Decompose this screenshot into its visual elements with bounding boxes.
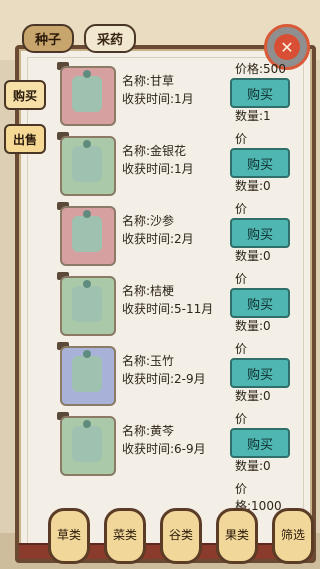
item-name: 名称:桔梗 [122, 284, 175, 298]
top-tabs: 种子 采药 [22, 24, 136, 53]
seed-bag-icon [72, 350, 102, 392]
item-harvest-time: 收获时间:1月 [122, 92, 194, 106]
close-icon: ✕ [274, 34, 300, 60]
buy-button[interactable]: 购买 [230, 148, 290, 178]
item-quantity: 数量:1 [235, 109, 271, 123]
item-name: 名称:甘草 [122, 74, 175, 88]
tab-herbs[interactable]: 采药 [84, 24, 136, 53]
buy-button[interactable]: 购买 [230, 218, 290, 248]
buy-button[interactable]: 购买 [230, 428, 290, 458]
buy-button[interactable]: 购买 [230, 288, 290, 318]
item-plate [60, 136, 116, 196]
seed-bag-icon [72, 420, 102, 462]
item-quantity: 数量:0 [235, 249, 271, 263]
item-name: 名称:沙参 [122, 214, 175, 228]
item-harvest-time: 收获时间:5-11月 [122, 302, 214, 316]
buy-button[interactable]: 购买 [230, 78, 290, 108]
item-price: 价格:500 [235, 62, 286, 76]
list-item: 名称:桔梗 收获时间:5-11月 价格:2000 购买 数量:0 [30, 270, 292, 340]
item-harvest-time: 收获时间:1月 [122, 162, 194, 176]
item-harvest-time: 收获时间:6-9月 [122, 442, 206, 456]
item-quantity: 数量:0 [235, 459, 271, 473]
item-quantity: 数量:0 [235, 389, 271, 403]
list-item: 名称:玉竹 收获时间:2-9月 价格:5000 购买 数量:0 [30, 340, 292, 410]
tab-filter[interactable]: 筛选 [272, 508, 314, 564]
item-name: 名称:玉竹 [122, 354, 175, 368]
seed-bag-icon [72, 140, 102, 182]
tab-grains-category[interactable]: 谷类 [160, 508, 202, 564]
seed-bag-icon [72, 280, 102, 322]
tab-herbs-category[interactable]: 草类 [48, 508, 90, 564]
item-plate [60, 66, 116, 126]
item-quantity: 数量:0 [235, 179, 271, 193]
tab-seeds[interactable]: 种子 [22, 24, 74, 53]
bottom-tabs: 草类 菜类 谷类 果类 筛选 [48, 508, 314, 564]
item-harvest-time: 收获时间:2月 [122, 232, 194, 246]
buy-button[interactable]: 购买 [230, 358, 290, 388]
tab-fruits-category[interactable]: 果类 [216, 508, 258, 564]
item-name: 名称:黄芩 [122, 424, 175, 438]
list-item: 名称:沙参 收获时间:2月 价格:10800 购买 数量:0 [30, 200, 292, 270]
seed-bag-icon [72, 70, 102, 112]
item-plate [60, 416, 116, 476]
item-plate [60, 276, 116, 336]
item-quantity: 数量:0 [235, 319, 271, 333]
item-plate [60, 206, 116, 266]
item-name: 名称:金银花 [122, 144, 187, 158]
list-item: 名称:黄芩 收获时间:6-9月 价格:2300 购买 数量:0 [30, 410, 292, 480]
tab-vegetables-category[interactable]: 菜类 [104, 508, 146, 564]
seed-bag-icon [72, 210, 102, 252]
item-harvest-time: 收获时间:2-9月 [122, 372, 206, 386]
list-item: 名称:金银花 收获时间:1月 价格:1500 购买 数量:0 [30, 130, 292, 200]
item-plate [60, 346, 116, 406]
list-item: 名称:甘草 收获时间:1月 价格:500 购买 数量:1 [30, 60, 292, 130]
item-list: 名称:甘草 收获时间:1月 价格:500 购买 数量:1 名称:金银花 收获时间… [30, 60, 292, 513]
